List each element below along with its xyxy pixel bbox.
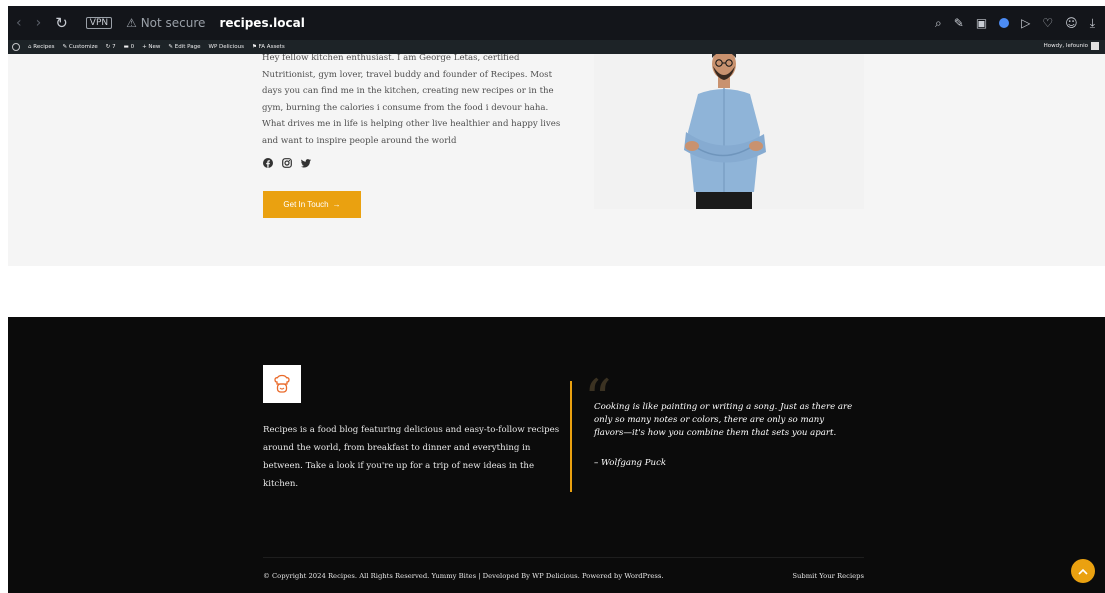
howdy-label: Howdy, lefounio [1043,43,1088,49]
about-text: Hey fellow kitchen enthusiast. I am Geor… [262,54,561,146]
wordpress-icon[interactable] [12,43,20,51]
comments-count: 0 [130,44,135,50]
social-links [263,158,311,168]
chevron-up-icon [1078,568,1088,575]
download-icon[interactable]: ⤓ [1090,16,1095,31]
camera-icon[interactable]: ▣ [976,16,987,30]
site-name-label: Recipes [33,44,55,50]
new-label: New [148,44,161,50]
twitter-icon[interactable] [301,158,311,168]
adminbar-updates[interactable]: ↻ 7 [106,44,116,50]
cta-label: Get In Touch [283,200,329,209]
quote-author: – Wolfgang Puck [594,458,667,468]
edit-icon[interactable]: ✎ [954,16,964,30]
play-icon[interactable]: ▷ [1021,16,1030,30]
adminbar-account[interactable]: Howdy, lefounio [1044,42,1099,50]
instagram-icon[interactable] [282,158,292,168]
footer-divider [263,557,864,558]
adminbar-customize[interactable]: ✎ Customize [63,44,98,50]
submit-recipes-link[interactable]: Submit Your Recieps [792,572,864,580]
reload-icon[interactable]: ↻ [55,14,68,32]
search-icon[interactable]: ⌕ [935,16,942,31]
shield-icon[interactable] [999,18,1010,28]
adminbar-site-name[interactable]: ⌂ Recipes [28,44,55,50]
updates-count: 7 [112,44,116,50]
quote-accent-bar [570,381,572,492]
site-footer: Recipes is a food blog featuring delicio… [8,317,1105,593]
vpn-badge[interactable]: VPN [85,17,113,29]
adminbar-comments[interactable]: ▬ 0 [124,44,134,50]
arrow-right-icon: → [332,200,341,209]
quote-text: Cooking is like painting or writing a so… [594,402,853,438]
avatar [1091,42,1099,50]
heart-icon[interactable]: ♡ [1042,16,1053,30]
edit-page-label: Edit Page [174,44,201,50]
address-bar[interactable]: recipes.local [219,16,304,30]
scroll-to-top-button[interactable] [1071,559,1095,583]
facebook-icon[interactable] [263,158,273,168]
back-icon[interactable]: ‹ [16,15,22,31]
site-logo[interactable] [263,365,301,403]
adminbar-fa-assets[interactable]: ⚑ FA Assets [252,44,285,50]
chef-hat-icon [274,374,290,393]
fa-assets-label: FA Assets [258,44,285,50]
security-indicator[interactable]: ⚠ Not secure [126,16,205,30]
forward-icon[interactable]: › [36,15,42,31]
security-label: Not secure [140,16,206,30]
footer-description: Recipes is a food blog featuring delicio… [263,425,560,489]
adminbar-new[interactable]: + New [142,44,160,50]
about-section: Hey fellow kitchen enthusiast. I am Geor… [8,54,1105,266]
browser-toolbar: ‹ › ↻ VPN ⚠ Not secure recipes.local ⌕ ✎… [8,6,1105,40]
get-in-touch-button[interactable]: Get In Touch → [263,191,361,218]
adminbar-wp-delicious[interactable]: WP Delicious [209,44,244,50]
copyright-text: © Copyright 2024 Recipes. All Rights Res… [263,572,664,580]
profile-icon[interactable]: ☺ [1065,16,1078,30]
man-portrait-illustration [594,54,864,209]
author-photo [594,54,864,209]
wp-admin-bar: ⌂ Recipes ✎ Customize ↻ 7 ▬ 0 + New ✎ Ed… [8,40,1105,54]
customize-label: Customize [68,44,98,50]
adminbar-edit-page[interactable]: ✎ Edit Page [168,44,200,50]
